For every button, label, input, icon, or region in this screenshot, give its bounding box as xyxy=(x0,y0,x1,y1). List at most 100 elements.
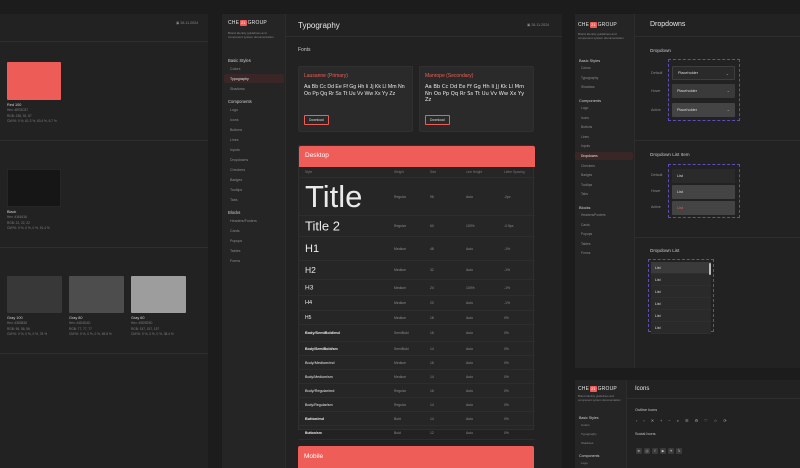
nav-item-shadows[interactable]: Shadows xyxy=(575,83,633,92)
nav-item-shadows[interactable]: Shadows xyxy=(224,84,284,93)
style-sample: Body/Medium/sm xyxy=(305,374,333,379)
dropdown-list-item[interactable]: List xyxy=(651,274,711,286)
table-row: H1 Medium 48 Auto -1% xyxy=(299,237,535,261)
outline-icon[interactable]: ⟳ xyxy=(723,418,726,423)
nav-item-badges[interactable]: Badges xyxy=(224,175,284,184)
list-item[interactable]: List xyxy=(672,185,735,199)
style-weight: Regular xyxy=(394,388,406,393)
outline-icon[interactable]: › xyxy=(643,418,644,423)
style-weight: Medium xyxy=(394,285,407,290)
style-sample: H4 xyxy=(305,300,313,306)
nav-item-buttons[interactable]: Buttons xyxy=(575,123,633,132)
nav-item-forms[interactable]: Forms xyxy=(224,257,284,266)
nav-item-checkers[interactable]: Checkers xyxy=(224,165,284,174)
outline-icon[interactable]: + xyxy=(660,418,662,423)
outline-icon[interactable]: ⌕ xyxy=(677,418,679,423)
outline-icon[interactable]: ✕ xyxy=(651,418,654,423)
nav-item-typography[interactable]: Typography xyxy=(224,74,284,84)
style-weight: Medium xyxy=(394,360,407,365)
style-weight: Bold xyxy=(394,416,401,421)
table-row: Body/Regular/sm Regular 14 Auto 0% xyxy=(299,398,535,412)
nav-item-badges[interactable]: Badges xyxy=(575,171,633,180)
dropdown-list-item[interactable]: List xyxy=(651,322,711,334)
outline-icon[interactable]: ☰ xyxy=(685,418,689,423)
outline-icon[interactable]: ♡ xyxy=(704,418,708,423)
dropdown-field[interactable]: Placeholder ⌄ xyxy=(672,84,735,98)
social-icon[interactable]: ▶ xyxy=(660,448,666,454)
sidebar: CHE 21 GROUP Brand identity guidelines and… xyxy=(575,14,635,368)
nav-item-colors[interactable]: Colors xyxy=(224,64,284,73)
outline-icon[interactable]: − xyxy=(668,418,670,423)
list-item[interactable]: List xyxy=(672,201,735,215)
social-icon[interactable]: in xyxy=(636,448,642,454)
nav-item-cards[interactable]: Cards xyxy=(575,220,633,229)
style-weight: Regular xyxy=(394,194,406,199)
dropdown-field[interactable]: Placeholder ⌄ xyxy=(672,103,735,117)
nav-item-colors[interactable]: Colors xyxy=(575,421,625,429)
nav-item-cards[interactable]: Cards xyxy=(224,226,284,235)
nav-item-icons[interactable]: Icons xyxy=(575,113,633,122)
nav-item-tabs[interactable]: Tabs xyxy=(224,195,284,204)
social-icon[interactable]: ✈ xyxy=(668,448,674,454)
state-label: Default xyxy=(651,71,663,75)
nav-item-typography[interactable]: Typography xyxy=(575,430,625,438)
nav-item-logo[interactable]: Logo xyxy=(575,459,625,467)
download-button[interactable]: Download xyxy=(304,115,329,125)
nav-item-icons[interactable]: Icons xyxy=(224,115,284,124)
list-scrollbar[interactable] xyxy=(709,263,711,275)
social-icon[interactable]: ◎ xyxy=(644,448,650,454)
dropdown-list-item[interactable]: List xyxy=(651,262,711,274)
social-icon[interactable]: 𝕏 xyxy=(676,448,682,454)
style-size: 14 xyxy=(430,374,434,379)
page-title: Typography xyxy=(298,21,340,30)
nav-item-buttons[interactable]: Buttons xyxy=(224,125,284,134)
nav-item-tooltips[interactable]: Tooltips xyxy=(224,185,284,194)
brand-logo: CHE 21 GROUP xyxy=(578,22,617,28)
list-item[interactable]: List xyxy=(672,169,735,183)
nav-item-headers-footers[interactable]: Headers/Footers xyxy=(575,211,633,220)
swatch-cmyk: CMYK: 0 %, 0 %, 0 %, 69.8 % xyxy=(69,332,112,337)
nav-item-inputs[interactable]: Inputs xyxy=(575,142,633,151)
nav-item-logo[interactable]: Logo xyxy=(224,105,284,114)
outline-icon[interactable]: ⚙ xyxy=(695,418,699,423)
style-lh: Auto xyxy=(466,315,473,320)
nav-item-checkers[interactable]: Checkers xyxy=(575,161,633,170)
nav-item-colors[interactable]: Colors xyxy=(575,64,633,73)
nav-item-dropdowns[interactable]: Dropdowns xyxy=(575,151,633,161)
outline-icon[interactable]: ☆ xyxy=(714,418,718,423)
dropdown-list-item[interactable]: List xyxy=(651,286,711,298)
download-button[interactable]: Download xyxy=(425,115,450,125)
nav-item-shadows[interactable]: Shadows xyxy=(575,439,625,447)
nav-item-tabs[interactable]: Tabs xyxy=(575,190,633,199)
dropdown-list-item[interactable]: List xyxy=(651,298,711,310)
desktop-table: Desktop Style Weight Size Line Height Letter… xyxy=(298,145,535,440)
nav-item-inputs[interactable]: Inputs xyxy=(224,145,284,154)
divider xyxy=(0,41,208,42)
table-row: Title 2 Regular 60 100% -0.5px xyxy=(299,216,535,237)
style-size: 20 xyxy=(430,301,434,305)
state-label: Hover xyxy=(651,189,661,193)
social-icon[interactable]: f xyxy=(652,448,658,454)
nav-item-typography[interactable]: Typography xyxy=(575,74,633,83)
dropdown-field[interactable]: Placeholder ⌄ xyxy=(672,66,735,80)
nav-item-logo[interactable]: Logo xyxy=(575,104,633,113)
nav-item-forms[interactable]: Forms xyxy=(575,249,633,258)
style-ls: -2px xyxy=(504,194,511,199)
swatch-meta: Hex: #4D4D4D RGB: 77, 77, 77 CMYK: 0 %, 0 … xyxy=(69,321,112,338)
nav-item-tooltips[interactable]: Tooltips xyxy=(575,181,633,190)
nav-item-lines[interactable]: Lines xyxy=(575,133,633,142)
nav-item-headers-footers[interactable]: Headers/Footers xyxy=(224,216,284,225)
color-swatch xyxy=(7,169,61,207)
nav-item-tables[interactable]: Tables xyxy=(224,247,284,256)
nav-item-dropdowns[interactable]: Dropdowns xyxy=(224,155,284,164)
nav-item-popups[interactable]: Popups xyxy=(224,236,284,245)
nav-item-lines[interactable]: Lines xyxy=(224,135,284,144)
column-header: Letter Spacing xyxy=(504,170,525,174)
style-sample: Button/md xyxy=(305,416,324,421)
list-item-text: List xyxy=(677,174,683,178)
dropdown-list-item[interactable]: List xyxy=(651,310,711,322)
nav-item-popups[interactable]: Popups xyxy=(575,230,633,239)
style-weight: Regular xyxy=(394,402,406,407)
outline-icon[interactable]: ‹ xyxy=(636,418,637,423)
nav-item-tables[interactable]: Tables xyxy=(575,240,633,249)
